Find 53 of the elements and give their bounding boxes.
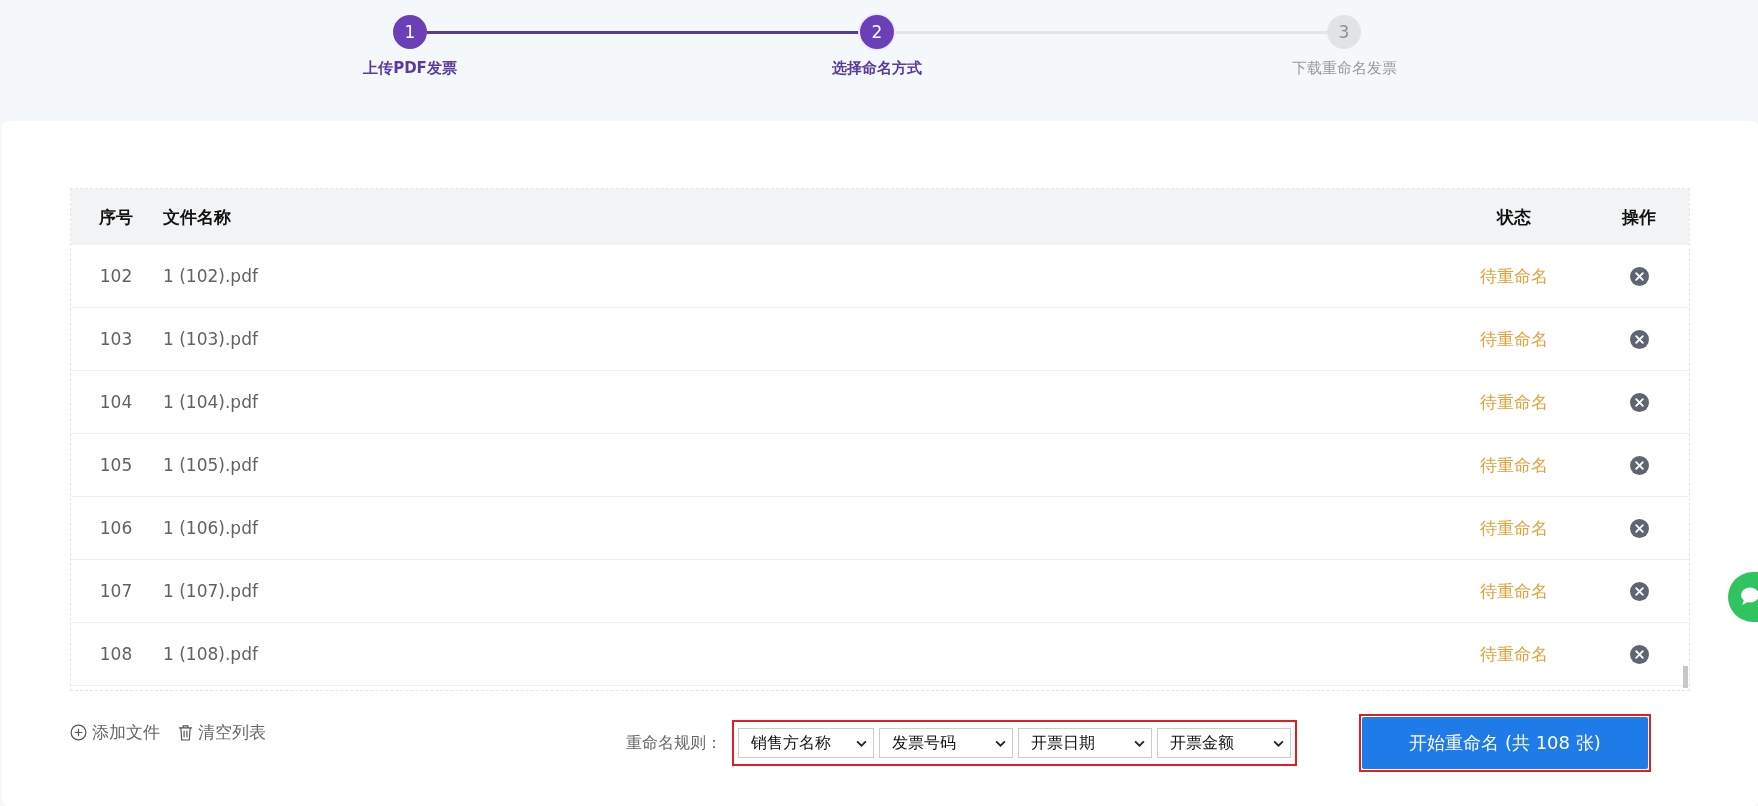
table-cell-text: 102: [98, 266, 134, 286]
step-number: 3: [1327, 15, 1361, 49]
column-header: 操作: [1620, 205, 1657, 229]
table-cell-text: 106: [98, 518, 134, 538]
rule-select[interactable]: 销售方名称: [738, 728, 874, 758]
step-number: 1: [393, 15, 427, 49]
add-file-button[interactable]: 添加文件: [70, 720, 160, 744]
table-cell-text: 108: [98, 644, 134, 664]
column-header: 状态: [1495, 205, 1532, 229]
status-text: 待重命名: [1479, 453, 1549, 477]
step-label: 上传PDF发票: [363, 59, 457, 78]
status-text: 待重命名: [1479, 516, 1549, 540]
status-text: 待重命名: [1479, 327, 1549, 351]
caret-icon: [1273, 739, 1284, 747]
remove-icon[interactable]: [1629, 644, 1649, 664]
caret-icon: [995, 739, 1006, 747]
status-text: 待重命名: [1479, 390, 1549, 414]
column-header: 序号: [98, 205, 134, 229]
remove-icon[interactable]: [1629, 518, 1649, 538]
table-cell-text: 104: [98, 392, 134, 412]
rule-select[interactable]: 开票金额: [1157, 728, 1291, 758]
step-number: 2: [860, 15, 894, 49]
column-header: 文件名称: [162, 205, 232, 229]
table-cell-text: 107: [98, 581, 134, 601]
clear-list-button[interactable]: 清空列表: [178, 720, 266, 744]
status-text: 待重命名: [1479, 642, 1549, 666]
table-cell-text: 1 (104).pdf: [162, 392, 260, 412]
remove-icon[interactable]: [1629, 455, 1649, 475]
step-label: 选择命名方式: [832, 59, 922, 78]
table-cell-text: 1 (108).pdf: [162, 644, 260, 664]
rule-select[interactable]: 发票号码: [879, 728, 1013, 758]
table-cell-text: 1 (102).pdf: [162, 266, 260, 286]
caret-icon: [1134, 739, 1145, 747]
status-text: 待重命名: [1479, 579, 1549, 603]
table-cell-text: 105: [98, 455, 134, 475]
remove-icon[interactable]: [1629, 266, 1649, 286]
remove-icon[interactable]: [1629, 329, 1649, 349]
caret-icon: [856, 739, 867, 747]
scrollbar[interactable]: [1683, 666, 1688, 688]
table-cell-text: 1 (103).pdf: [162, 329, 260, 349]
status-text: 待重命名: [1479, 264, 1549, 288]
plus-circle-icon: [70, 723, 87, 741]
step-label: 下载重命名发票: [1291, 59, 1397, 78]
table-cell-text: 1 (105).pdf: [162, 455, 260, 475]
table-cell-text: 103: [98, 329, 134, 349]
remove-icon[interactable]: [1629, 392, 1649, 412]
rule-label: 重命名规则：: [626, 732, 722, 754]
trash-icon: [178, 723, 193, 741]
table-cell-text: 1 (106).pdf: [162, 518, 260, 538]
start-rename-button[interactable]: 开始重命名 (共 108 张): [1362, 717, 1648, 769]
remove-icon[interactable]: [1629, 581, 1649, 601]
table-cell-text: 1 (107).pdf: [162, 581, 260, 601]
rule-select[interactable]: 开票日期: [1018, 728, 1152, 758]
